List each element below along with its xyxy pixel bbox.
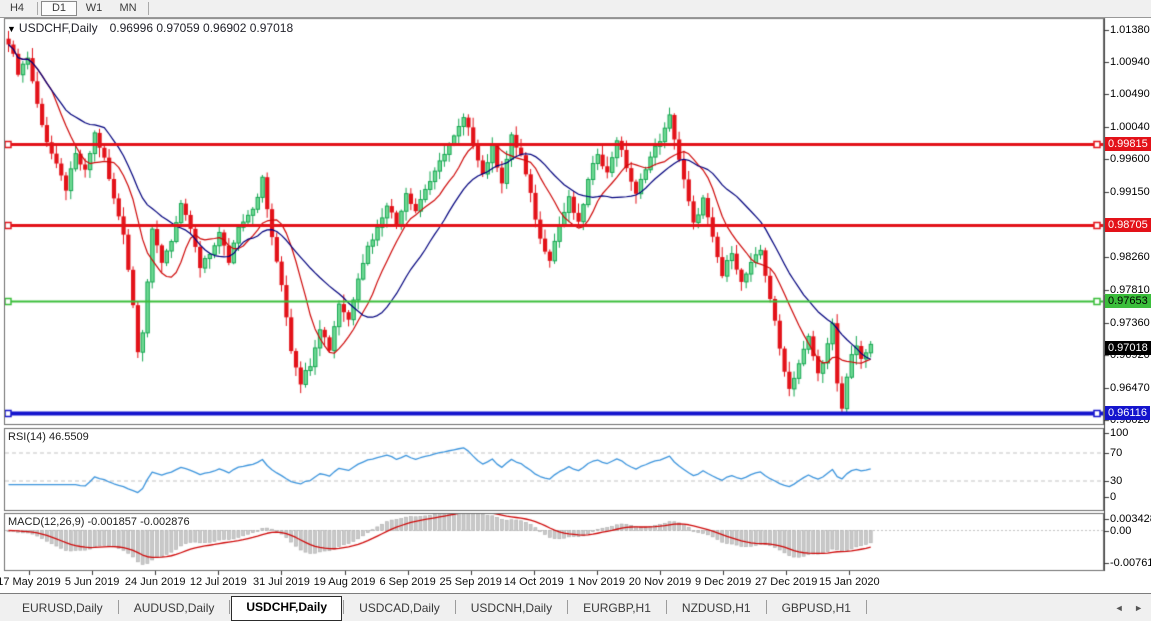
rsi-axis-label: 70 [1110,447,1122,459]
price-line-badge: 0.99815 [1105,137,1151,151]
tab-scroll-arrows: ◄ ► [1107,603,1143,613]
date-axis-label: 9 Dec 2019 [695,576,751,588]
tab-eurgbp-h1[interactable]: EURGBP,H1 [569,597,665,621]
date-axis-label: 6 Sep 2019 [379,576,435,588]
price-axis-label: 0.99150 [1110,186,1150,198]
date-axis-label: 5 Jun 2019 [65,576,119,588]
tab-separator [567,600,568,614]
price-line-badge: 0.96116 [1105,406,1150,420]
date-axis-label: 17 May 2019 [0,576,61,588]
price-axis-label: 0.97360 [1110,317,1150,329]
tab-separator [666,600,667,614]
tab-separator [118,600,119,614]
chart-title: ▼USDCHF,Daily 0.96996 0.97059 0.96902 0.9… [7,21,293,35]
date-axis-label: 19 Aug 2019 [314,576,376,588]
price-axis-label: 1.00490 [1110,88,1150,100]
tab-separator [455,600,456,614]
current-price-badge: 0.97018 [1105,341,1151,355]
tab-separator [343,600,344,614]
price-axis-label: 1.01380 [1110,24,1150,36]
tab-nzdusd-h1[interactable]: NZDUSD,H1 [668,597,765,621]
price-line-badge: 0.98705 [1105,218,1151,232]
tab-usdchf-daily[interactable]: USDCHF,Daily [231,596,342,621]
tab-usdcad-daily[interactable]: USDCAD,Daily [345,597,454,621]
price-axis-label: 0.96470 [1110,382,1150,394]
price-axis-label: 1.00940 [1110,56,1150,68]
tab-separator [766,600,767,614]
rsi-axis-label: 100 [1110,427,1128,439]
date-axis-label: 14 Oct 2019 [504,576,564,588]
tab-audusd-daily[interactable]: AUDUSD,Daily [120,597,229,621]
macd-axis-label: 0.003428 [1110,513,1151,525]
date-axis-label: 15 Jan 2020 [819,576,880,588]
toolbar-separator [37,2,38,15]
price-axis-label: 0.99600 [1110,153,1150,165]
rsi-axis-label: 30 [1110,475,1122,487]
price-axis-label: 1.00040 [1110,121,1150,133]
tab-scroll-left-icon[interactable]: ◄ [1115,603,1124,613]
date-axis-label: 24 Jun 2019 [125,576,186,588]
rsi-axis-label: 0 [1110,491,1116,503]
timeframe-button-h4[interactable]: H4 [0,1,34,16]
tab-eurusd-daily[interactable]: EURUSD,Daily [8,597,117,621]
tab-gbpusd-h1[interactable]: GBPUSD,H1 [768,597,865,621]
symbol-dropdown-icon[interactable]: ▼ [7,24,16,34]
timeframe-button-mn[interactable]: MN [111,1,145,16]
toolbar-separator [148,2,149,15]
timeframe-button-w1[interactable]: W1 [77,1,111,16]
date-axis-label: 31 Jul 2019 [253,576,310,588]
macd-axis-label: -0.007615 [1110,557,1151,569]
tab-usdcnh-daily[interactable]: USDCNH,Daily [457,597,566,621]
macd-axis-label: 0.00 [1110,525,1131,537]
trading-terminal-window: H4D1W1MN ▼USDCHF,Daily0.96996 0.97059 0.… [0,0,1151,621]
macd-indicator-label: MACD(12,26,9) -0.001857 -0.002876 [8,516,190,528]
date-axis-label: 20 Nov 2019 [629,576,691,588]
date-axis-label: 27 Dec 2019 [755,576,817,588]
timeframe-toolbar: H4 D1W1MN [0,0,1151,18]
chart-tab-bar: EURUSD,DailyAUDUSD,DailyUSDCHF,DailyUSDC… [0,593,1151,621]
chart-symbol-label: USDCHF,Daily [19,21,98,35]
chart-ohlc-values: 0.96996 0.97059 0.96902 0.97018 [110,21,294,35]
date-axis-label: 1 Nov 2019 [569,576,625,588]
tab-separator [866,600,867,614]
price-axis-label: 0.98260 [1110,251,1150,263]
date-axis-label: 12 Jul 2019 [190,576,247,588]
rsi-indicator-label: RSI(14) 46.5509 [8,431,89,443]
tab-scroll-right-icon[interactable]: ► [1134,603,1143,613]
date-axis-label: 25 Sep 2019 [439,576,501,588]
tab-separator [229,600,230,614]
timeframe-button-d1[interactable]: D1 [41,1,77,16]
price-line-badge: 0.97653 [1105,294,1151,308]
